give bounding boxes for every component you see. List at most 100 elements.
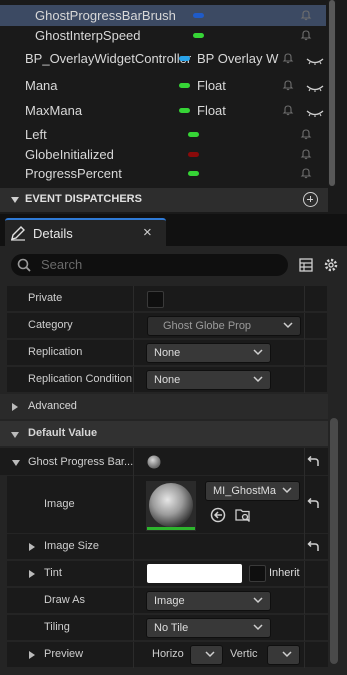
image-thumbnail[interactable] <box>146 481 196 531</box>
tiling-value: No Tile <box>154 622 189 634</box>
column-divider <box>133 367 134 393</box>
replication-bell-icon[interactable] <box>300 29 312 41</box>
column-divider <box>304 615 305 641</box>
search-input[interactable]: Search <box>11 254 288 276</box>
image-label: Image <box>44 498 75 510</box>
property-row-replication-condition: Replication Condition None <box>7 367 327 393</box>
tiling-label: Tiling <box>44 621 70 633</box>
collapse-arrow-icon[interactable] <box>11 197 19 203</box>
column-divider <box>133 642 134 668</box>
details-scrollbar-thumb[interactable] <box>330 418 338 664</box>
replication-condition-value: None <box>154 374 181 386</box>
reset-arrow-icon[interactable] <box>306 498 320 510</box>
reset-arrow-icon[interactable] <box>306 541 320 553</box>
variable-row[interactable]: Mana Float <box>0 75 326 95</box>
search-placeholder: Search <box>41 257 83 272</box>
column-divider <box>133 340 134 366</box>
category-combo[interactable]: Ghost Globe Prop <box>147 316 301 336</box>
replication-bell-icon[interactable] <box>282 104 294 116</box>
inherit-checkbox[interactable] <box>249 565 266 582</box>
tiling-dropdown[interactable]: No Tile <box>146 618 271 638</box>
replication-value: None <box>154 347 181 359</box>
close-tab-button[interactable]: × <box>143 224 152 241</box>
preview-horizontal-dropdown[interactable] <box>190 645 223 665</box>
preview-horizontal-label: Horizo <box>152 648 184 660</box>
ghost-progress-bar-label: Ghost Progress Bar... <box>28 456 134 468</box>
variable-row[interactable]: BP_OverlayWidgetController BP Overlay W <box>0 48 326 68</box>
preview-vertical-dropdown[interactable] <box>267 645 300 665</box>
replication-condition-dropdown[interactable]: None <box>146 370 271 390</box>
replication-bell-icon[interactable] <box>300 167 312 179</box>
collapse-arrow-icon[interactable] <box>11 432 19 438</box>
reset-arrow-icon[interactable] <box>306 456 320 468</box>
property-row-preview: Preview Horizo Vertic <box>7 642 328 668</box>
add-circle-icon[interactable] <box>303 192 318 207</box>
column-divider <box>304 448 305 476</box>
visibility-closed-eye-icon[interactable] <box>306 54 324 65</box>
replication-bell-icon[interactable] <box>282 79 294 91</box>
draw-as-dropdown[interactable]: Image <box>146 591 271 611</box>
property-row-ghost-progress-bar: Ghost Progress Bar... <box>0 448 328 476</box>
category-default-value[interactable]: Default Value <box>0 421 328 447</box>
use-selected-arrow-icon[interactable] <box>210 507 226 523</box>
chevron-down-icon <box>253 597 263 604</box>
image-asset-picker[interactable]: MI_GhostMa <box>205 481 300 501</box>
variables-scrollbar-thumb[interactable] <box>329 0 335 186</box>
replication-bell-icon[interactable] <box>300 148 312 160</box>
variable-row[interactable]: GhostInterpSpeed <box>0 25 326 45</box>
browse-folder-icon[interactable] <box>235 507 251 523</box>
variable-type-label: Float <box>197 103 226 118</box>
column-divider <box>304 561 305 587</box>
column-divider <box>133 476 134 534</box>
preview-vertical-label: Vertic <box>230 648 258 660</box>
chevron-down-icon <box>283 322 293 329</box>
inherit-label: Inherit <box>269 567 300 579</box>
gear-icon[interactable] <box>322 256 340 274</box>
variable-row[interactable]: GlobeInitialized <box>0 144 326 164</box>
image-size-label: Image Size <box>44 540 100 552</box>
private-checkbox[interactable] <box>147 291 164 308</box>
variable-type-pin-icon <box>188 171 199 176</box>
chevron-down-icon <box>253 624 263 631</box>
column-divider <box>133 313 134 339</box>
variable-row[interactable]: Left <box>0 124 326 144</box>
variable-row[interactable]: GhostProgressBarBrush <box>0 5 326 26</box>
expand-arrow-icon[interactable] <box>29 543 35 551</box>
variable-name: Left <box>25 127 47 142</box>
visibility-closed-eye-icon[interactable] <box>306 81 324 92</box>
column-divider <box>133 561 134 587</box>
property-row-image-size: Image Size <box>7 534 328 560</box>
variable-type-pin-icon <box>188 152 199 157</box>
event-dispatchers-section[interactable]: EVENT DISPATCHERS <box>0 188 328 212</box>
replication-dropdown[interactable]: None <box>146 343 271 363</box>
replication-bell-icon[interactable] <box>300 9 312 21</box>
table-view-icon[interactable] <box>299 258 313 272</box>
property-row-tint: Tint Inherit <box>7 561 328 587</box>
column-divider <box>133 286 134 312</box>
variable-type-pin-icon <box>179 108 190 113</box>
column-divider <box>304 367 305 393</box>
chevron-down-icon <box>282 651 292 658</box>
expand-arrow-icon[interactable] <box>29 651 35 659</box>
visibility-closed-eye-icon[interactable] <box>306 106 324 117</box>
column-divider <box>133 448 134 476</box>
replication-bell-icon[interactable] <box>300 128 312 140</box>
expand-arrow-icon[interactable] <box>12 403 18 411</box>
tab-details[interactable]: Details × <box>5 218 166 246</box>
default-value-label: Default Value <box>28 427 98 439</box>
tint-color-swatch[interactable] <box>147 564 242 583</box>
material-thumbnail-icon <box>147 455 161 469</box>
variable-row[interactable]: MaxMana Float <box>0 100 326 120</box>
expand-arrow-icon[interactable] <box>29 570 35 578</box>
category-advanced[interactable]: Advanced <box>0 394 328 420</box>
variable-row[interactable]: ProgressPercent <box>0 163 326 183</box>
pencil-icon <box>11 226 25 241</box>
replication-bell-icon[interactable] <box>282 52 294 64</box>
property-row-category: Category Ghost Globe Prop <box>7 313 327 339</box>
image-asset-value: MI_GhostMa <box>213 485 276 497</box>
column-divider <box>133 615 134 641</box>
column-divider <box>304 340 305 366</box>
category-label: Category <box>28 319 73 331</box>
collapse-arrow-icon[interactable] <box>12 460 20 466</box>
variables-panel: GhostProgressBarBrush GhostInterpSpeed BP_… <box>0 0 347 214</box>
